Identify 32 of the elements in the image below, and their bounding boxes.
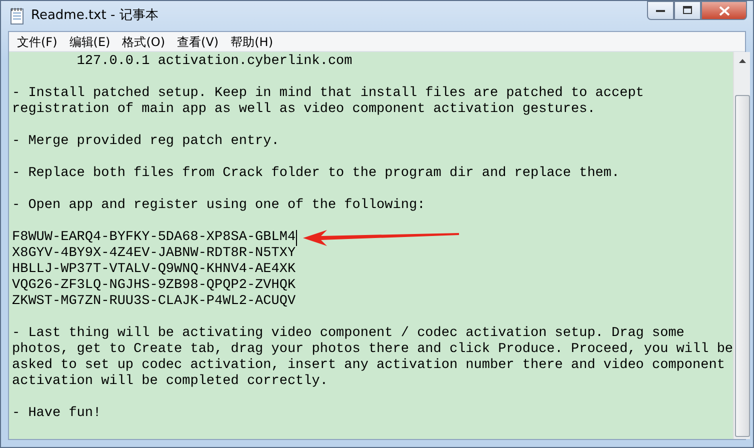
text-line: - Merge provided reg patch entry.	[12, 134, 280, 150]
text-line: 127.0.0.1 activation.cyberlink.com	[76, 54, 352, 70]
close-button[interactable]	[701, 1, 747, 20]
text-line: - Install patched setup. Keep in mind that install files are patched to accept	[12, 86, 644, 102]
text-line: asked to set up codec activation, insert any activation number there and video component	[12, 358, 725, 374]
text-line: F8WUW-EARQ4-BYFKY-5DA68-XP8SA-GBLM4	[12, 230, 297, 246]
menu-item[interactable]: 编辑(E)	[63, 32, 116, 50]
text-line: X8GYV-4BY9X-4Z4EV-JABNW-RDT8R-N5TXY	[12, 246, 296, 262]
scroll-up-icon[interactable]	[738, 58, 746, 62]
text-line: - Last thing will be activating video component / codec activation setup. Drag some	[12, 326, 684, 342]
text-line: activation will be completed correctly.	[12, 374, 328, 390]
menu-item[interactable]: 格式(O)	[116, 32, 172, 50]
scrollbar-thumb[interactable]	[734, 95, 750, 437]
text-line: photos, get to Create tab, drag your photos there and click Produce. Proceed, you will be	[12, 342, 734, 358]
text-line: HBLLJ-WP37T-VTALV-Q9WNQ-KHNV4-AE4XK	[12, 262, 296, 278]
menu-item[interactable]: 查看(V)	[171, 32, 225, 50]
notepad-icon	[9, 7, 25, 25]
window-title: Readme.txt - 记事本	[31, 7, 158, 26]
menu-item[interactable]: 帮助(H)	[224, 32, 279, 50]
minimize-icon	[656, 8, 666, 12]
close-icon	[718, 6, 730, 16]
scrollbar[interactable]	[733, 52, 750, 439]
maximize-button[interactable]	[674, 1, 701, 20]
text-line: - Open app and register using one of the following:	[12, 198, 426, 214]
maximize-icon	[682, 6, 692, 15]
text-line: VQG26-ZF3LQ-NGJHS-9ZB98-QPQP2-ZVHQK	[12, 278, 296, 294]
text-line: ZKWST-MG7ZN-RUU3S-CLAJK-P4WL2-ACUQV	[12, 294, 296, 310]
minimize-button[interactable]	[647, 1, 674, 20]
text-line: registration of main app as well as video component activation gestures.	[12, 102, 596, 118]
text-line: - Replace both files from Crack folder to the program dir and replace them.	[12, 166, 620, 182]
menu-item[interactable]: 文件(F)	[11, 32, 64, 50]
text-line: - Have fun!	[12, 406, 102, 422]
